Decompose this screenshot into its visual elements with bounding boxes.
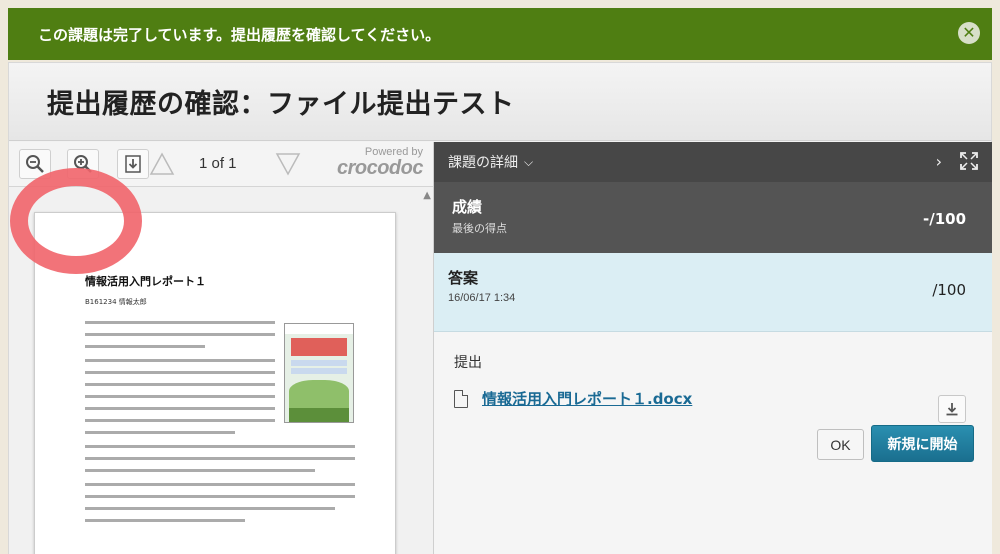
document-text-line	[85, 407, 275, 410]
document-text-line	[85, 507, 335, 510]
document-image	[284, 323, 354, 423]
grade-sublabel: 最後の得点	[452, 222, 507, 235]
document-text-line	[85, 419, 275, 422]
scroll-up-icon[interactable]: ▲	[423, 190, 431, 201]
document-text-line	[85, 483, 355, 486]
document-text-line	[85, 333, 275, 336]
title-bar: 提出履歴の確認：ファイル提出テスト	[9, 63, 991, 141]
zoom-out-icon	[26, 155, 44, 173]
details-header[interactable]: 課題の詳細 ⌵ ›	[434, 142, 992, 182]
review-panel: 提出履歴の確認：ファイル提出テスト 1 of 1 Powered by croc…	[8, 62, 992, 554]
crocodoc-logo: Powered by crocodoc	[336, 146, 424, 179]
zoom-in-icon	[74, 155, 92, 173]
prev-page-icon[interactable]	[149, 152, 175, 176]
crocodoc-brand: crocodoc	[336, 157, 424, 179]
zoom-in-button[interactable]	[67, 149, 99, 179]
document-text-line	[85, 457, 355, 460]
document-text-line	[85, 395, 275, 398]
next-page-icon[interactable]	[275, 152, 301, 176]
document-page: 情報活用入門レポート１ B161234 情報太郎	[34, 212, 396, 554]
viewer-toolbar: 1 of 1 Powered by crocodoc	[9, 142, 433, 187]
zoom-out-button[interactable]	[19, 149, 51, 179]
submission-section: 提出 情報活用入門レポート１.docx	[434, 332, 992, 429]
page-title: 提出履歴の確認：ファイル提出テスト	[47, 89, 515, 120]
expand-icon[interactable]	[960, 152, 978, 170]
document-viewer: 1 of 1 Powered by crocodoc ▲ 情報活用入門レポート１…	[9, 142, 434, 554]
document-text-line	[85, 371, 275, 374]
download-icon	[125, 155, 141, 173]
ok-button[interactable]: OK	[817, 429, 864, 460]
download-document-button[interactable]	[117, 149, 149, 179]
grade-section: 成績 最後の得点 -/100	[434, 182, 992, 253]
submission-label: 提出	[454, 355, 482, 371]
submitted-file-link[interactable]: 情報活用入門レポート１.docx	[482, 388, 692, 409]
attempt-label: 答案	[448, 269, 479, 287]
grade-label: 成績	[452, 198, 483, 216]
download-file-button[interactable]	[938, 395, 966, 423]
banner-message: この課題は完了しています。提出履歴を確認してください。	[38, 25, 441, 44]
document-text-line	[85, 345, 205, 348]
document-text-line	[85, 495, 355, 498]
document-author: B161234 情報太郎	[85, 298, 147, 306]
document-text-line	[85, 519, 245, 522]
completion-banner: この課題は完了しています。提出履歴を確認してください。 ✕	[8, 8, 992, 60]
document-text-line	[85, 445, 355, 448]
attempt-date: 16/06/17 1:34	[448, 292, 516, 304]
chevron-right-icon[interactable]: ›	[936, 152, 942, 171]
close-icon[interactable]: ✕	[958, 22, 980, 44]
assignment-details-panel: 課題の詳細 ⌵ › 成績 最後の得点 -/100 答案 16/06/17 1:3…	[434, 142, 992, 554]
attempt-score: /100	[932, 281, 966, 299]
download-icon	[946, 403, 958, 416]
document-text-line	[85, 359, 275, 362]
file-icon	[454, 389, 468, 408]
document-text-line	[85, 383, 275, 386]
attempt-row[interactable]: 答案 16/06/17 1:34 /100	[434, 253, 992, 332]
start-new-button[interactable]: 新規に開始	[871, 425, 974, 462]
document-text-line	[85, 321, 275, 324]
document-text-line	[85, 431, 235, 434]
document-scroll-area[interactable]: ▲ 情報活用入門レポート１ B161234 情報太郎	[9, 188, 433, 554]
grade-score: -/100	[922, 210, 966, 228]
page-count: 1 of 1	[199, 155, 237, 172]
document-text-line	[85, 469, 315, 472]
details-header-label: 課題の詳細	[448, 155, 518, 171]
document-title: 情報活用入門レポート１	[85, 275, 206, 288]
chevron-down-icon[interactable]: ⌵	[524, 155, 533, 170]
submitted-file-row: 情報活用入門レポート１.docx	[454, 388, 972, 409]
